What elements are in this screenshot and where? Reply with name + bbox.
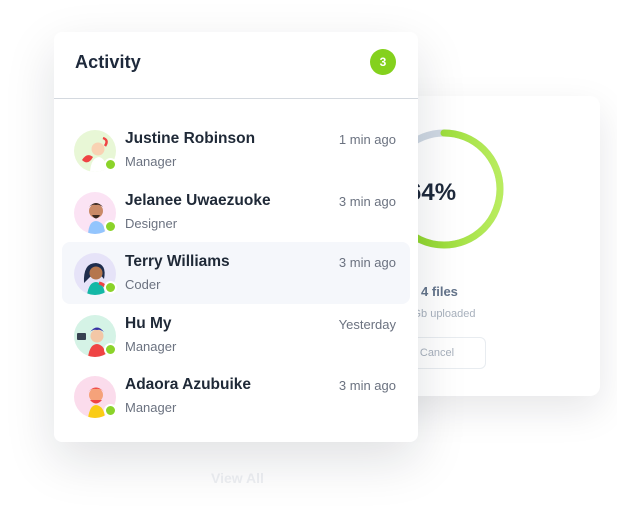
online-status-dot bbox=[104, 281, 117, 295]
online-status-dot bbox=[104, 158, 117, 171]
activity-list-item[interactable]: Justine Robinson Manager 1 min ago bbox=[62, 119, 410, 181]
activity-header: Activity 3 bbox=[54, 32, 418, 99]
avatar bbox=[74, 253, 117, 296]
user-role: Manager bbox=[125, 400, 177, 416]
online-status-dot bbox=[104, 342, 117, 356]
activity-count-badge: 3 bbox=[370, 49, 396, 75]
activity-time: 3 min ago bbox=[338, 193, 396, 209]
activity-time: 3 min ago bbox=[338, 378, 396, 394]
activity-time: Yesterday bbox=[338, 316, 396, 332]
activity-list-item[interactable]: Hu My Manager Yesterday bbox=[62, 304, 410, 366]
activity-time: 3 min ago bbox=[338, 255, 396, 271]
avatar bbox=[74, 376, 117, 419]
user-role: Designer bbox=[125, 215, 178, 231]
activity-list-item[interactable]: Adaora Azubuike Manager 3 min ago bbox=[62, 365, 410, 427]
online-status-dot bbox=[104, 219, 117, 233]
background-view-all-text: View All bbox=[211, 470, 264, 486]
user-name: Adaora Azubuike bbox=[125, 376, 252, 394]
avatar bbox=[74, 130, 117, 172]
user-name: Justine Robinson bbox=[125, 130, 256, 147]
user-role: Manager bbox=[125, 154, 177, 169]
activity-title: Activity bbox=[75, 52, 141, 72]
avatar bbox=[74, 314, 117, 357]
activity-list-item[interactable]: Jelanee Uwaezuoke Designer 3 min ago bbox=[62, 181, 410, 243]
activity-time: 1 min ago bbox=[338, 132, 396, 147]
activity-list: Justine Robinson Manager 1 min ago Jelan… bbox=[54, 119, 418, 427]
activity-card: Activity 3 Justine Robinson Manager 1 mi… bbox=[54, 32, 418, 442]
user-role: Manager bbox=[125, 338, 177, 354]
online-status-dot bbox=[104, 404, 117, 418]
user-role: Coder bbox=[125, 277, 161, 293]
user-name: Terry Williams bbox=[125, 253, 230, 271]
user-name: Hu My bbox=[125, 314, 172, 332]
avatar bbox=[74, 191, 117, 234]
activity-list-item[interactable]: Terry Williams Coder 3 min ago bbox=[62, 242, 410, 304]
user-name: Jelanee Uwaezuoke bbox=[125, 191, 271, 209]
